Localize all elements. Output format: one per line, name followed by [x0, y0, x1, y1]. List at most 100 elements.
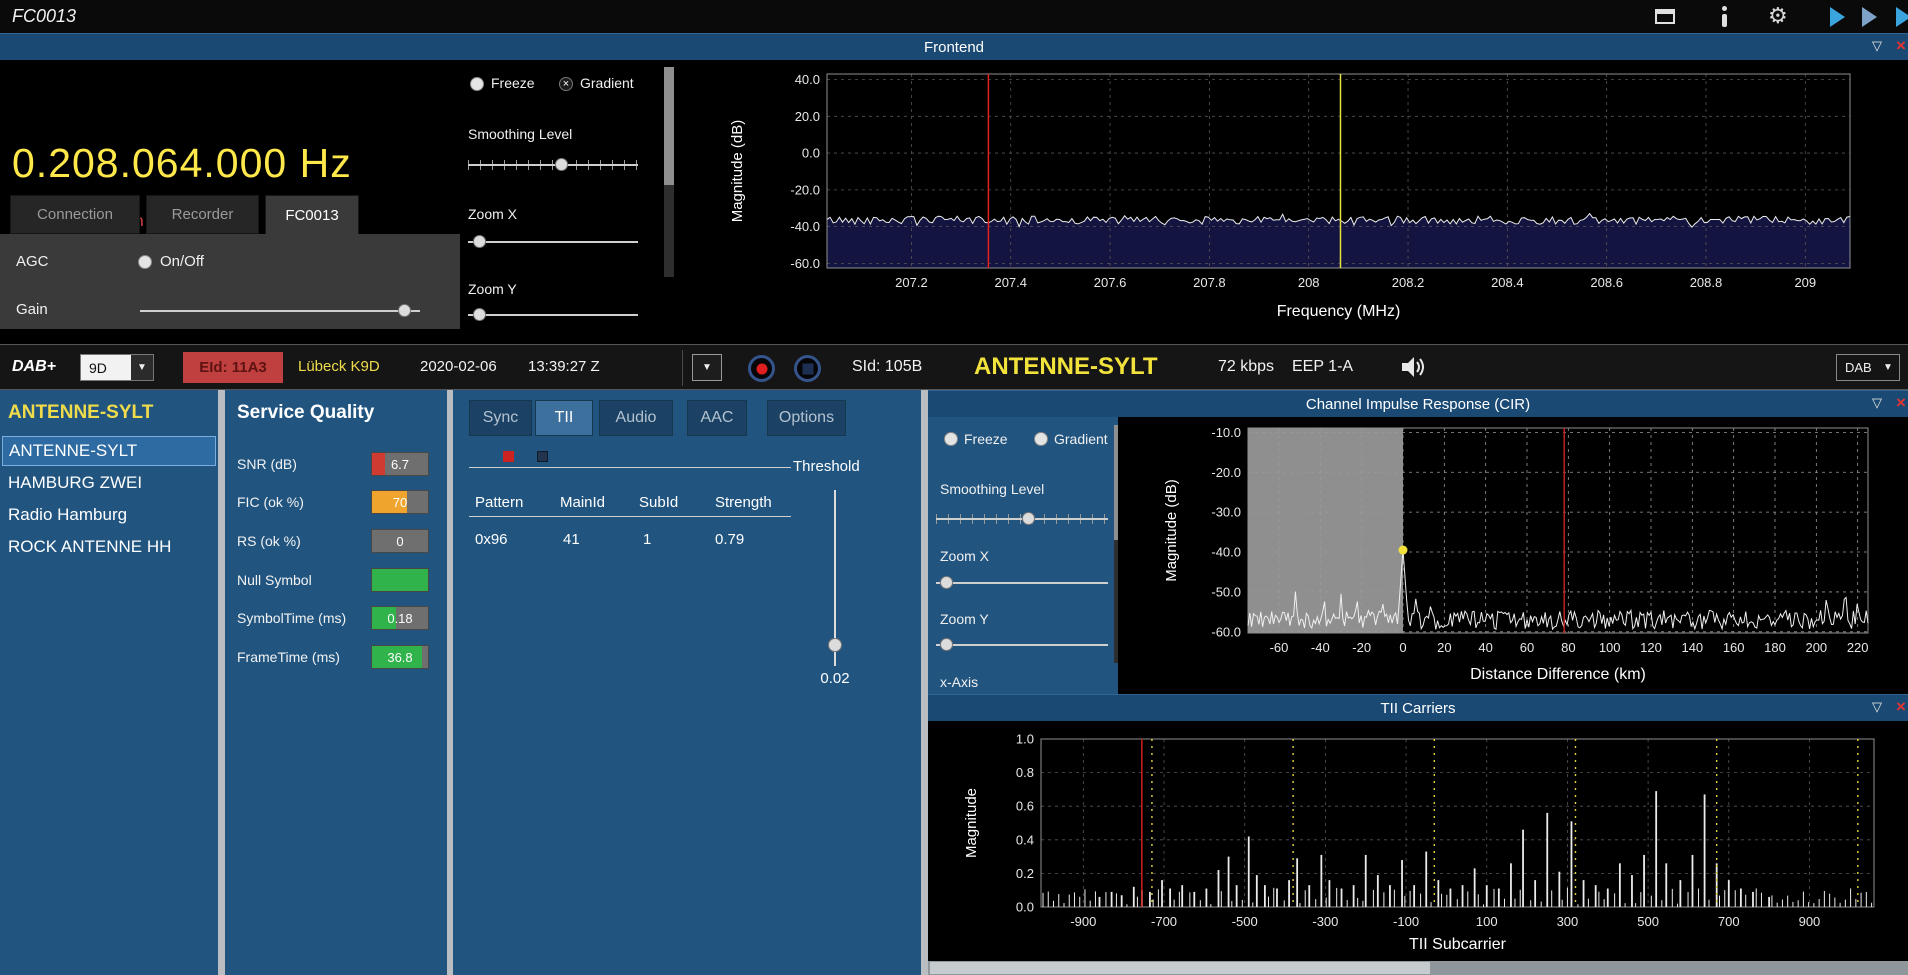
window-icon[interactable] [1655, 9, 1675, 24]
frontend-controls-scrollbar[interactable] [664, 67, 674, 277]
ensemble-id-badge: EId: 11A3 [183, 352, 283, 383]
quality-row: SymbolTime (ms) 0.18 [225, 606, 447, 632]
service-list-item[interactable]: HAMBURG ZWEI [2, 468, 216, 498]
cir-freeze-label: Freeze [964, 431, 1008, 447]
stop-square-icon [802, 363, 813, 374]
gain-slider[interactable] [140, 304, 420, 318]
tab-tii[interactable]: TII [535, 400, 593, 436]
cir-xaxis-label: x-Axis [940, 674, 979, 690]
record-button[interactable] [748, 355, 775, 382]
svg-text:700: 700 [1718, 914, 1740, 929]
partial-play-icon[interactable] [1896, 7, 1908, 27]
gear-icon[interactable]: ⚙ [1768, 5, 1788, 27]
service-list-item[interactable]: ROCK ANTENNE HH [2, 532, 216, 562]
chevron-down-icon: ▼ [131, 355, 153, 380]
service-list-item[interactable]: Radio Hamburg [2, 500, 216, 530]
tab-connection[interactable]: Connection [10, 195, 140, 234]
svg-text:208.6: 208.6 [1590, 275, 1623, 290]
collapse-panel-icon[interactable]: ▽ [1872, 38, 1882, 54]
panel-splitter[interactable] [921, 390, 928, 975]
scrollbar-thumb[interactable] [664, 67, 674, 185]
cir-zoom-x-slider[interactable] [936, 576, 1108, 590]
svg-text:-60: -60 [1270, 640, 1289, 655]
zoom-y-slider[interactable] [468, 308, 638, 322]
play-icon[interactable] [1830, 7, 1845, 27]
svg-text:-60.0: -60.0 [1211, 624, 1241, 639]
cir-zoom-y-slider[interactable] [936, 638, 1108, 652]
output-mode-select[interactable]: DAB ▼ [1836, 354, 1900, 381]
svg-text:207.2: 207.2 [895, 275, 928, 290]
service-quality-panel: Service Quality SNR (dB) 6.7 FIC (ok %) … [225, 390, 447, 975]
tab-sync[interactable]: Sync [469, 400, 532, 436]
svg-text:100: 100 [1476, 914, 1498, 929]
cir-smoothing-slider-thumb[interactable] [1022, 512, 1035, 525]
speaker-icon[interactable] [1400, 356, 1426, 383]
tii-status-blue-icon [537, 451, 548, 462]
svg-text:208.8: 208.8 [1690, 275, 1723, 290]
svg-text:120: 120 [1640, 640, 1662, 655]
cir-zoom-y-slider-thumb[interactable] [940, 638, 953, 651]
collapse-panel-icon[interactable]: ▽ [1872, 395, 1882, 411]
table-header-underline [469, 516, 791, 517]
cir-freeze-radio[interactable] [944, 432, 958, 446]
cir-zoom-y-label: Zoom Y [940, 611, 989, 627]
zoom-y-slider-thumb[interactable] [473, 308, 486, 321]
svg-text:0.2: 0.2 [1016, 866, 1034, 881]
close-panel-icon[interactable]: × [1896, 36, 1906, 56]
svg-text:0.6: 0.6 [1016, 799, 1034, 814]
slider-track [468, 314, 638, 316]
stop-button[interactable] [794, 355, 821, 382]
info-icon-dot [1722, 6, 1727, 11]
tab-recorder[interactable]: Recorder [146, 195, 259, 234]
tab-aac[interactable]: AAC [687, 400, 747, 436]
gain-slider-thumb[interactable] [398, 304, 411, 317]
svg-text:Distance Difference (km): Distance Difference (km) [1470, 666, 1646, 683]
slider-track [468, 241, 638, 243]
expand-dropdown-button[interactable]: ▼ [692, 354, 722, 381]
gain-slider-track [140, 310, 420, 312]
divider [469, 467, 791, 468]
threshold-slider[interactable] [827, 490, 843, 666]
tab-fc0013[interactable]: FC0013 [265, 195, 359, 234]
zoom-y-label: Zoom Y [468, 281, 517, 297]
channel-select[interactable]: 9D ▼ [80, 354, 154, 381]
service-list-item[interactable]: ANTENNE-SYLT [2, 436, 216, 466]
threshold-value: 0.02 [820, 670, 850, 687]
cir-zoom-x-slider-thumb[interactable] [940, 576, 953, 589]
agc-radio[interactable] [138, 255, 152, 269]
tab-audio[interactable]: Audio [599, 400, 673, 436]
cir-chart: -60 -40 -20 0 20 40 60 80 100 120 140 160 180 200 220 -… [1118, 417, 1908, 694]
svg-text:-100: -100 [1393, 914, 1419, 929]
gradient-radio[interactable]: × [559, 77, 573, 91]
scrollbar-thumb[interactable] [930, 962, 1430, 974]
smoothing-slider[interactable] [468, 158, 638, 172]
bitrate-label: 72 kbps [1218, 358, 1275, 375]
collapse-panel-icon[interactable]: ▽ [1872, 699, 1882, 715]
service-id: SId: 105B [852, 358, 923, 375]
close-panel-icon[interactable]: × [1896, 393, 1906, 413]
services-panel: ANTENNE-SYLT ANTENNE-SYLT HAMBURG ZWEI R… [0, 390, 218, 975]
zoom-x-slider-thumb[interactable] [473, 235, 486, 248]
horizontal-scrollbar[interactable] [928, 961, 1908, 975]
quality-gauge [371, 568, 429, 592]
svg-text:-300: -300 [1312, 914, 1338, 929]
tii-carriers-chart: -900 -700 -500 -300 -100 100 300 500 700 900 0.0 0.… [928, 721, 1908, 961]
close-panel-icon[interactable]: × [1896, 697, 1906, 717]
smoothing-slider-thumb[interactable] [555, 158, 568, 171]
tab-options[interactable]: Options [767, 400, 846, 436]
cir-gradient-radio[interactable] [1034, 432, 1048, 446]
column-header-strength: Strength [715, 494, 772, 511]
slider-track [468, 164, 638, 166]
play-next-icon[interactable] [1862, 7, 1877, 27]
svg-text:-700: -700 [1151, 914, 1177, 929]
cir-smoothing-slider[interactable] [936, 512, 1108, 526]
zoom-x-slider[interactable] [468, 235, 638, 249]
svg-text:208.4: 208.4 [1491, 275, 1524, 290]
threshold-slider-thumb[interactable] [828, 638, 842, 652]
panel-splitter[interactable] [218, 390, 225, 975]
svg-text:Frequency (MHz): Frequency (MHz) [1277, 303, 1401, 320]
cir-panel-header: Channel Impulse Response (CIR) ▽ × [928, 390, 1908, 417]
freeze-radio[interactable] [470, 77, 484, 91]
app-title: FC0013 [12, 6, 77, 26]
current-service-name: ANTENNE-SYLT [974, 353, 1158, 380]
